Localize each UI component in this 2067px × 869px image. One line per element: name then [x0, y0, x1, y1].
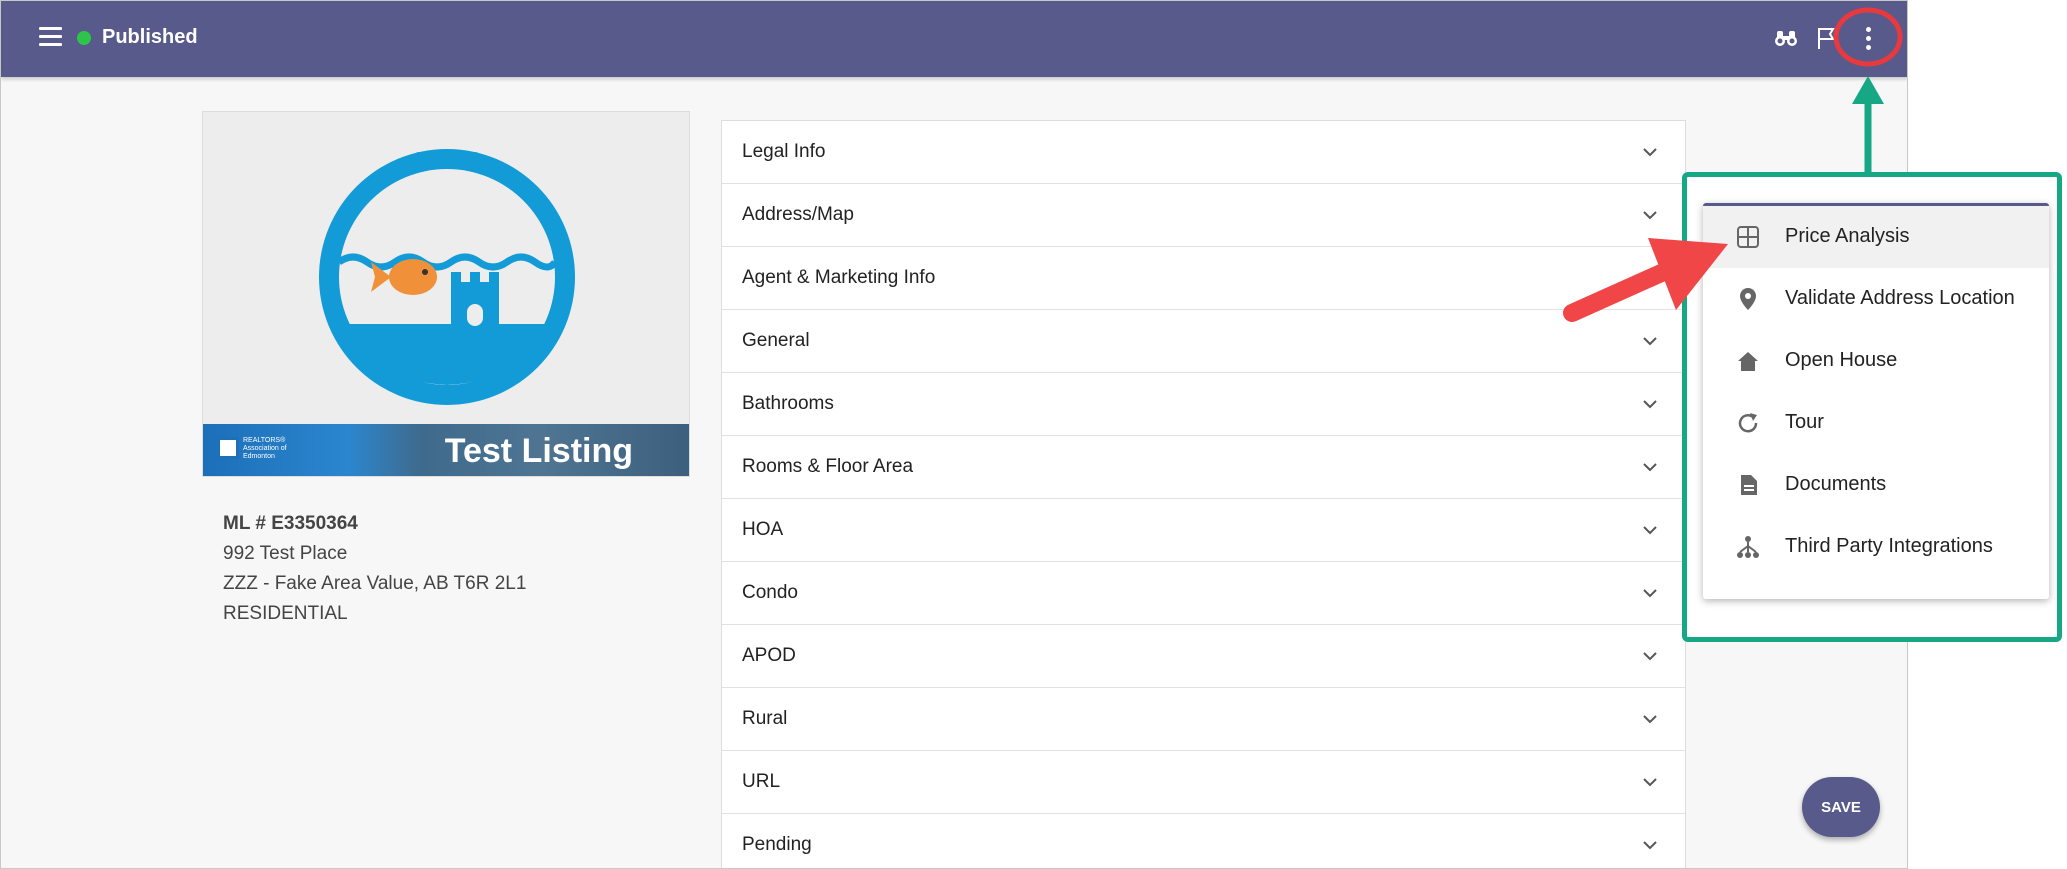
accordion-section[interactable]: Rural [722, 688, 1685, 751]
section-label: Agent & Marketing Info [742, 267, 936, 288]
menu-item-label: Open House [1785, 349, 1898, 371]
listing-info: ML # E3350364 992 Test Place ZZZ - Fake … [223, 509, 526, 629]
chevron-down-icon [1643, 463, 1657, 472]
menu-item-tour[interactable]: Tour [1703, 392, 2049, 454]
more-vert-icon[interactable] [1853, 23, 1883, 53]
realtors-logo [217, 437, 239, 459]
refresh-icon [1738, 413, 1758, 433]
top-bar: Published [1, 1, 1907, 77]
address-line-2: ZZZ - Fake Area Value, AB T6R 2L1 [223, 573, 527, 594]
chevron-down-icon [1643, 652, 1657, 661]
chevron-down-icon [1643, 715, 1657, 724]
actions-dropdown-menu: Price Analysis Validate Address Location O… [1703, 203, 2049, 599]
chevron-down-icon [1643, 274, 1657, 283]
status-label: Published [102, 26, 198, 48]
realtors-logo-text: REALTORS® Association of Edmonton [243, 437, 287, 460]
accordion-section[interactable]: Rooms & Floor Area [722, 436, 1685, 499]
binoculars-icon[interactable] [1771, 23, 1801, 53]
section-label: HOA [742, 519, 784, 540]
menu-item-label: Tour [1785, 411, 1824, 433]
menu-item-third-party-integrations[interactable]: Third Party Integrations [1703, 516, 2049, 578]
menu-icon[interactable] [39, 27, 62, 47]
fishbowl-logo [319, 149, 575, 405]
menu-item-open-house[interactable]: Open House [1703, 330, 2049, 392]
section-label: Legal Info [742, 141, 826, 162]
menu-item-documents[interactable]: Documents [1703, 454, 2049, 516]
accordion-section[interactable]: General [722, 310, 1685, 373]
save-button[interactable]: SAVE [1802, 777, 1880, 837]
address-line-1: 992 Test Place [223, 543, 348, 564]
menu-item-label: Documents [1785, 473, 1887, 495]
home-icon [1738, 352, 1758, 371]
chevron-down-icon [1643, 778, 1657, 787]
menu-item-label: Third Party Integrations [1785, 535, 1993, 557]
flag-icon[interactable] [1811, 23, 1841, 53]
chevron-down-icon [1643, 589, 1657, 598]
section-label: General [742, 330, 810, 351]
section-label: APOD [742, 645, 796, 666]
menu-item-validate-address-location[interactable]: Validate Address Location [1703, 268, 2049, 330]
section-label: Address/Map [742, 204, 854, 225]
banner-title: Test Listing [444, 432, 633, 470]
section-label: URL [742, 771, 781, 792]
chevron-down-icon [1643, 211, 1657, 220]
section-label: Rooms & Floor Area [742, 456, 914, 477]
accordion-section[interactable]: Address/Map [722, 184, 1685, 247]
section-label: Condo [742, 582, 798, 603]
ml-number: ML # E3350364 [223, 513, 358, 534]
status-indicator [77, 31, 91, 45]
accordion-section[interactable]: Legal Info [722, 121, 1685, 184]
accordion-section[interactable]: HOA [722, 499, 1685, 562]
section-label: Bathrooms [742, 393, 834, 414]
chevron-down-icon [1643, 148, 1657, 157]
accordion-section[interactable]: Pending [722, 814, 1685, 868]
app-window: Published REALTORS® Association of Edmon… [0, 0, 1908, 869]
sections-accordion: Legal Info Address/Map Agent & Marketing I… [721, 120, 1686, 868]
location-pin-icon [1740, 288, 1756, 310]
chevron-down-icon [1643, 841, 1657, 850]
grid-icon [1737, 226, 1759, 248]
section-label: Pending [742, 834, 812, 855]
document-icon [1741, 475, 1757, 495]
listing-banner: REALTORS® Association of Edmonton Test L… [203, 424, 689, 476]
accordion-section[interactable]: Agent & Marketing Info [722, 247, 1685, 310]
accordion-section[interactable]: Bathrooms [722, 373, 1685, 436]
property-type: RESIDENTIAL [223, 603, 348, 624]
section-label: Rural [742, 708, 788, 729]
menu-item-label: Validate Address Location [1785, 287, 2015, 309]
accordion-section[interactable]: URL [722, 751, 1685, 814]
integrations-icon [1737, 536, 1759, 558]
accordion-section[interactable]: APOD [722, 625, 1685, 688]
menu-item-label: Price Analysis [1785, 225, 1910, 247]
listing-image: REALTORS® Association of Edmonton Test L… [202, 111, 690, 477]
chevron-down-icon [1643, 337, 1657, 346]
accordion-section[interactable]: Condo [722, 562, 1685, 625]
menu-item-price-analysis[interactable]: Price Analysis [1703, 206, 2049, 268]
chevron-down-icon [1643, 526, 1657, 535]
chevron-down-icon [1643, 400, 1657, 409]
